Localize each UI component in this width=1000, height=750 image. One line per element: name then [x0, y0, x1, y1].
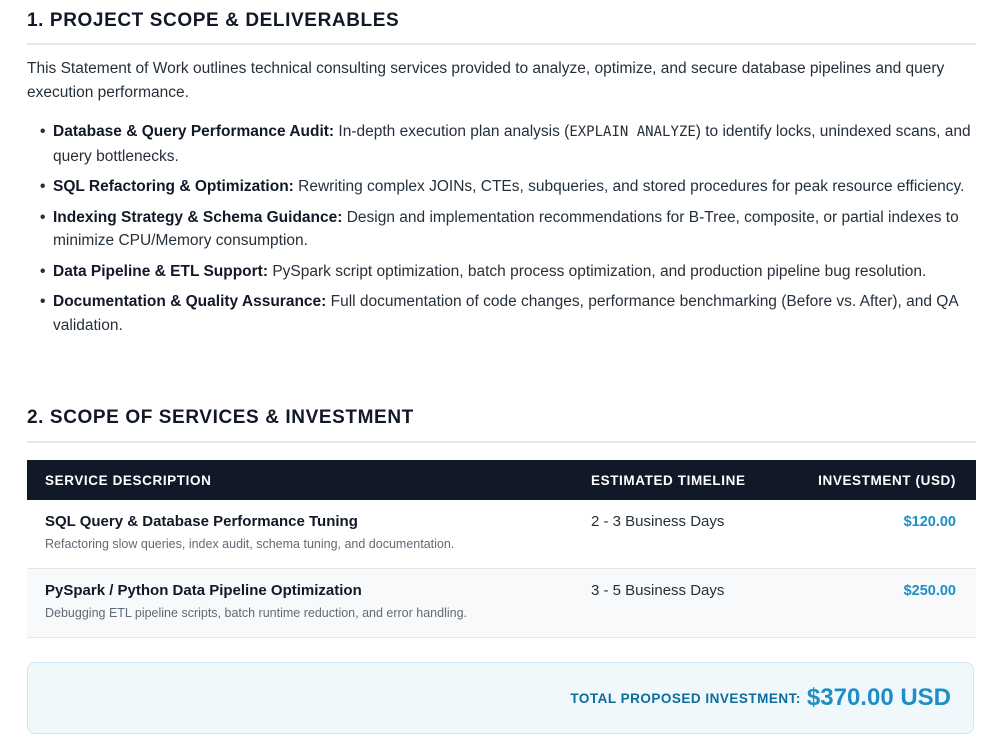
service-name: PySpark / Python Data Pipeline Optimizat… [45, 582, 362, 599]
service-name: SQL Query & Database Performance Tuning [45, 513, 358, 530]
deliverable-item: • Database & Query Performance Audit: In… [40, 120, 980, 168]
bullet-marker: • [40, 293, 46, 310]
table-header-row: SERVICE DESCRIPTION ESTIMATED TIMELINE I… [27, 460, 976, 500]
service-detail: Refactoring slow queries, index audit, s… [45, 537, 455, 551]
deliverable-label: SQL Refactoring & Optimization: [53, 178, 294, 195]
deliverable-label: Data Pipeline & ETL Support: [53, 262, 269, 280]
service-cell: PySpark / Python Data Pipeline Optimizat… [27, 568, 573, 638]
statement-of-work-page: 1. PROJECT SCOPE & DELIVERABLES This Sta… [0, 0, 1000, 750]
deliverables-list: • Database & Query Performance Audit: In… [40, 120, 980, 344]
bullet-marker: • [40, 262, 46, 280]
services-table: SERVICE DESCRIPTION ESTIMATED TIMELINE I… [27, 460, 976, 638]
timeline-cell: 3 - 5 Business Days [573, 568, 796, 638]
deliverable-label: Documentation & Quality Assurance: [53, 293, 327, 310]
total-investment-box: TOTAL PROPOSED INVESTMENT: $370.00 USD [27, 662, 974, 734]
section-1-divider [27, 43, 976, 45]
table-row: SQL Query & Database Performance Tuning … [27, 500, 976, 569]
deliverable-item: • SQL Refactoring & Optimization: Rewrit… [40, 175, 980, 199]
column-header-investment: INVESTMENT (USD) [796, 460, 976, 500]
service-cell: SQL Query & Database Performance Tuning … [27, 500, 573, 569]
bullet-marker: • [40, 123, 46, 140]
price-cell: $250.00 [796, 568, 976, 638]
deliverable-item: • Documentation & Quality Assurance: Ful… [40, 290, 980, 337]
total-value: $370.00 USD [806, 684, 951, 711]
bullet-marker: • [40, 178, 46, 195]
table-row: PySpark / Python Data Pipeline Optimizat… [27, 568, 976, 638]
intro-paragraph: This Statement of Work outlines technica… [27, 60, 945, 101]
total-label: TOTAL PROPOSED INVESTMENT: [570, 690, 801, 706]
section-2-title: 2. SCOPE OF SERVICES & INVESTMENT [27, 407, 414, 428]
deliverable-label: Indexing Strategy & Schema Guidance: [53, 208, 343, 226]
timeline-cell: 2 - 3 Business Days [573, 500, 796, 569]
deliverable-text: Rewriting complex JOINs, CTEs, subquerie… [293, 178, 965, 195]
bullet-marker: • [40, 208, 46, 226]
column-header-service: SERVICE DESCRIPTION [27, 460, 573, 500]
section-1-title: 1. PROJECT SCOPE & DELIVERABLES [27, 10, 400, 31]
code-snippet: EXPLAIN ANALYZE [569, 124, 696, 140]
deliverable-item: • Data Pipeline & ETL Support: PySpark s… [40, 260, 980, 284]
column-header-timeline: ESTIMATED TIMELINE [573, 460, 796, 500]
price-cell: $120.00 [796, 500, 976, 569]
deliverable-item: • Indexing Strategy & Schema Guidance: D… [40, 206, 980, 253]
section-2-divider [27, 441, 976, 443]
deliverable-text: In-depth execution plan analysis ( [334, 123, 570, 140]
deliverable-text: PySpark script optimization, batch proce… [268, 262, 927, 280]
deliverable-label: Database & Query Performance Audit: [53, 123, 335, 140]
service-detail: Debugging ETL pipeline scripts, batch ru… [45, 606, 468, 620]
